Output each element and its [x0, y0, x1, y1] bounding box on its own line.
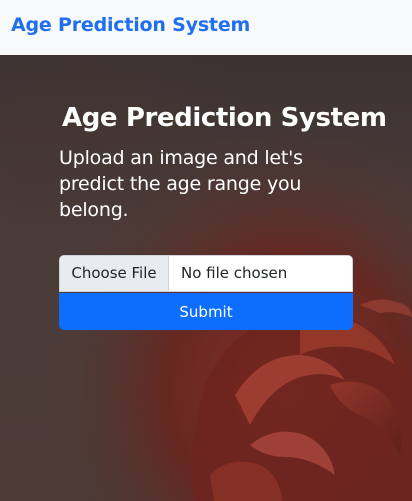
file-upload-input[interactable]: Choose File No file chosen	[59, 255, 353, 292]
page-subtitle: Upload an image and let's predict the ag…	[59, 147, 303, 221]
choose-file-button[interactable]: Choose File	[60, 256, 169, 291]
navbar-brand-link[interactable]: Age Prediction System	[11, 14, 250, 36]
page-title: Age Prediction System	[62, 103, 387, 133]
navbar: Age Prediction System	[0, 0, 412, 55]
hero-section: Age Prediction System Upload an image an…	[0, 55, 412, 501]
file-status-text: No file chosen	[181, 264, 288, 282]
submit-button[interactable]: Submit	[59, 293, 353, 330]
